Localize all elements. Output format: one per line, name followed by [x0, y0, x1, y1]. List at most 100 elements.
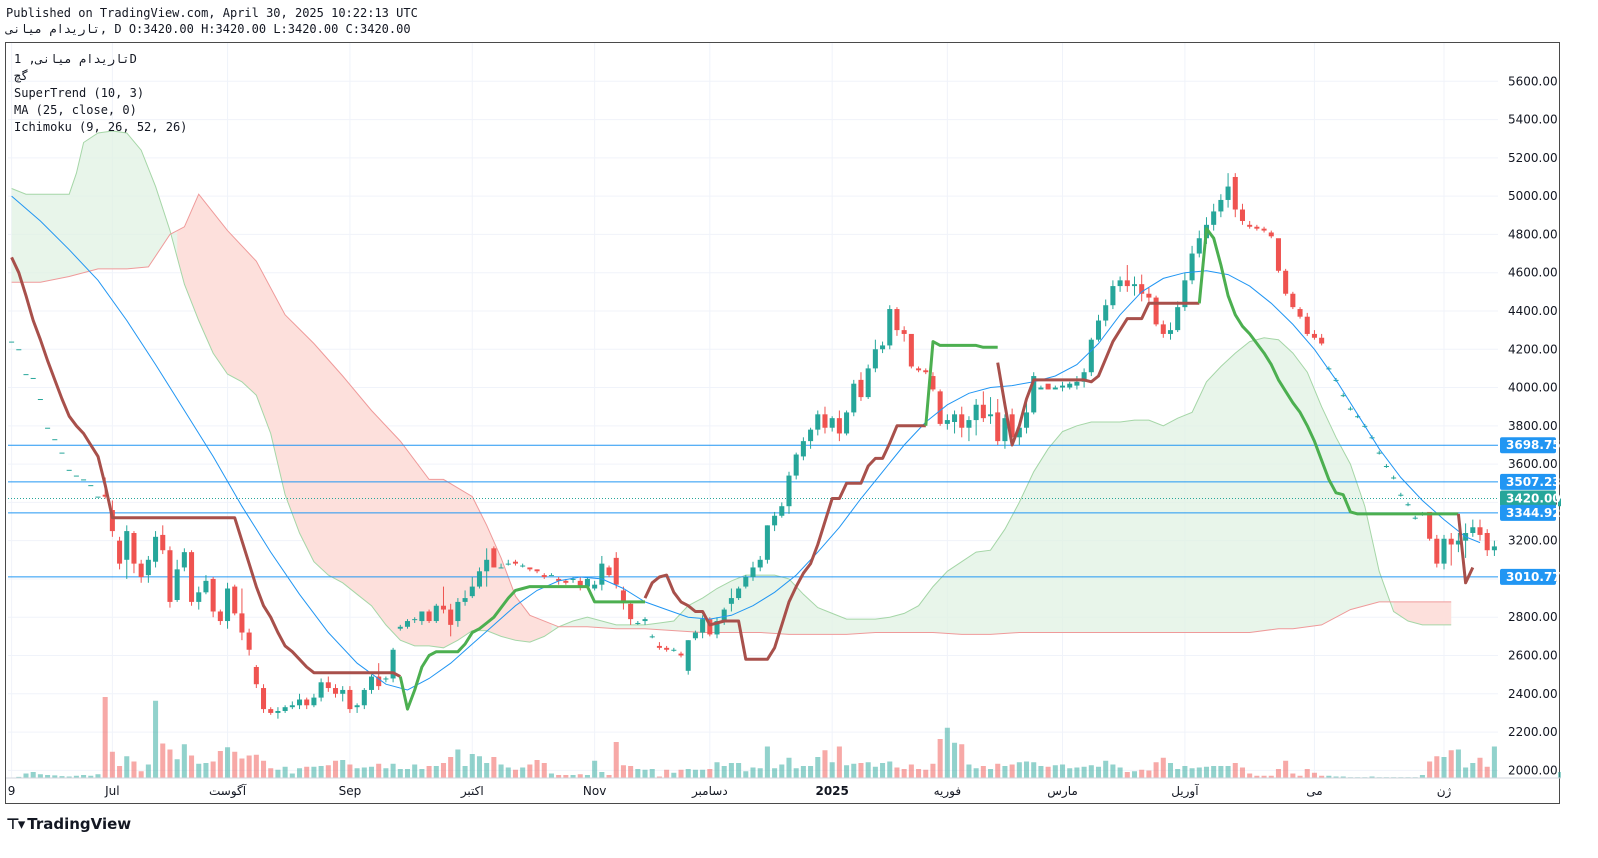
- volume-bar: [1038, 766, 1044, 778]
- candle-body: [469, 586, 475, 597]
- volume-bar: [613, 742, 619, 778]
- volume-bar: [786, 757, 792, 778]
- legend-ma[interactable]: MA (25, close, 0): [14, 103, 137, 117]
- volume-bar: [916, 769, 922, 778]
- volume-bar: [117, 766, 123, 778]
- volume-bar: [700, 769, 706, 778]
- volume-bar: [404, 769, 411, 778]
- candle-body: [448, 609, 454, 625]
- candle-body: [325, 682, 331, 689]
- volume-bar: [815, 757, 821, 778]
- candle-body: [225, 588, 231, 622]
- volume-bar: [498, 764, 504, 778]
- candle-body: [30, 377, 36, 379]
- price-label-text: 3698.75: [1506, 438, 1561, 452]
- volume-bar: [635, 769, 641, 778]
- candle-body: [793, 454, 799, 476]
- legend-symbol[interactable]: تاریدام میانی, 1D: [14, 52, 137, 66]
- legend-ichimoku[interactable]: Ichimoku (9, 26, 52, 26): [14, 120, 187, 134]
- volume-bar: [354, 768, 360, 778]
- volume-bar: [1103, 760, 1109, 778]
- price-tick-label: 4000.00: [1508, 381, 1558, 395]
- volume-bar: [664, 769, 670, 778]
- candle-body: [1052, 387, 1058, 390]
- candle-body: [131, 533, 137, 564]
- time-tick-label: فوریه: [934, 784, 962, 799]
- price-tick-label: 3200.00: [1508, 534, 1558, 548]
- candle-body: [1110, 286, 1116, 306]
- volume-bar: [620, 765, 626, 778]
- legend-supertrend[interactable]: SuperTrend (10, 3): [14, 86, 144, 100]
- candle-body: [628, 603, 634, 620]
- volume-bar: [1052, 765, 1058, 778]
- volume-bar: [966, 764, 972, 778]
- volume-bar: [1448, 750, 1454, 778]
- price-chart[interactable]: 2000.002200.002400.002600.002800.003000.…: [6, 43, 1561, 805]
- volume-bar: [390, 763, 396, 778]
- candle-body: [1153, 297, 1159, 325]
- candle-body: [23, 374, 29, 376]
- candle-body: [1211, 211, 1217, 225]
- volume-bar: [275, 769, 281, 778]
- candle-body: [1232, 176, 1238, 210]
- candle-body: [81, 479, 87, 481]
- candle-body: [1024, 412, 1030, 428]
- candle-body: [1304, 316, 1310, 334]
- time-tick-label: ژن: [1437, 784, 1452, 799]
- volume-bar: [246, 755, 252, 778]
- candle-body: [476, 571, 482, 587]
- candle-body: [59, 452, 65, 454]
- volume-bar: [340, 760, 346, 778]
- volume-bar: [901, 769, 907, 778]
- candle-body: [1268, 232, 1274, 237]
- volume-bar: [368, 766, 375, 778]
- candle-body: [138, 563, 144, 578]
- candle-body: [786, 475, 792, 507]
- volume-bar: [124, 756, 130, 778]
- tradingview-brand[interactable]: ⊤▾ TradingView: [6, 815, 131, 833]
- candle-body: [332, 688, 339, 694]
- volume-bar: [793, 768, 799, 778]
- volume-bar: [707, 769, 713, 778]
- volume-bar: [325, 765, 331, 778]
- candle-body: [1376, 452, 1382, 454]
- candle-body: [1484, 533, 1490, 551]
- candle-body: [383, 678, 389, 680]
- candle-body: [1131, 284, 1138, 287]
- candle-body: [988, 414, 994, 417]
- volume-bar: [239, 758, 245, 778]
- candle-body: [282, 707, 288, 712]
- candle-body: [289, 705, 295, 708]
- candle-body: [620, 590, 626, 602]
- candle-body: [692, 632, 698, 639]
- volume-bar: [944, 727, 950, 778]
- volume-bar: [692, 769, 698, 778]
- candle-body: [1297, 309, 1303, 317]
- candle-body: [1405, 504, 1411, 506]
- volume-bar: [1247, 773, 1253, 778]
- volume-bar: [750, 767, 756, 778]
- candle-body: [757, 559, 763, 568]
- candle-body: [700, 619, 706, 633]
- volume-bar: [973, 768, 979, 778]
- candle-body: [1283, 270, 1289, 294]
- price-label-text: 3507.23: [1506, 475, 1561, 489]
- volume-bar: [109, 751, 115, 778]
- candle-body: [52, 439, 58, 441]
- candle-body: [253, 666, 259, 685]
- volume-bar: [829, 762, 835, 778]
- volume-bar: [505, 767, 511, 778]
- price-tick-label: 4200.00: [1508, 342, 1558, 356]
- volume-bar: [534, 760, 540, 778]
- volume-bar: [959, 744, 965, 778]
- brand-name: TradingView: [27, 815, 132, 833]
- candle-body: [419, 611, 425, 622]
- volume-bar: [577, 774, 583, 778]
- candle-body: [1391, 477, 1397, 479]
- candle-body: [433, 605, 439, 622]
- volume-bar: [1146, 770, 1152, 778]
- volume-bar: [988, 769, 994, 778]
- volume-bar: [318, 766, 324, 778]
- candle-body: [779, 506, 785, 516]
- candle-body: [678, 653, 684, 656]
